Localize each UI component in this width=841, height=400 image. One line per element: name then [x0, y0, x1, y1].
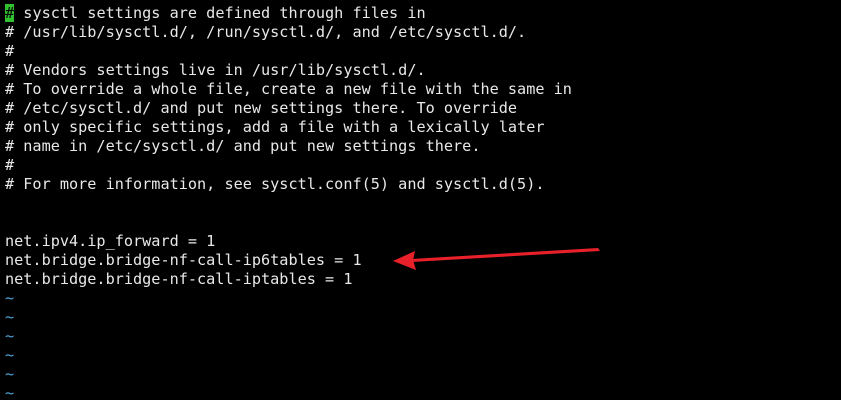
- text-line: # only specific settings, add a file wit…: [5, 118, 545, 136]
- text-line: # To override a whole file, create a new…: [5, 80, 572, 98]
- empty-line-marker: ~: [5, 346, 15, 364]
- text-cursor: #: [5, 4, 15, 22]
- text-line: # /usr/lib/sysctl.d/, /run/sysctl.d/, an…: [5, 23, 527, 41]
- line-text: sysctl settings are defined through file…: [14, 4, 426, 22]
- empty-line-marker: ~: [5, 327, 15, 345]
- config-line-ip-forward: net.ipv4.ip_forward = 1: [5, 232, 216, 250]
- empty-line-marker: ~: [5, 365, 15, 383]
- text-line: [5, 213, 841, 232]
- text-line: #: [5, 156, 15, 174]
- text-line: # sysctl settings are defined through fi…: [5, 4, 841, 23]
- config-line-iptables: net.bridge.bridge-nf-call-iptables = 1: [5, 270, 353, 288]
- config-line-ip6tables: net.bridge.bridge-nf-call-ip6tables = 1: [5, 251, 362, 269]
- text-line: #: [5, 42, 15, 60]
- empty-line-marker: ~: [5, 308, 15, 326]
- text-line: [5, 194, 841, 213]
- text-line: # /etc/sysctl.d/ and put new settings th…: [5, 99, 518, 117]
- vim-editor[interactable]: # sysctl settings are defined through fi…: [0, 0, 841, 400]
- empty-line-marker: ~: [5, 289, 15, 307]
- text-line: # name in /etc/sysctl.d/ and put new set…: [5, 137, 481, 155]
- text-line: # Vendors settings live in /usr/lib/sysc…: [5, 61, 426, 79]
- text-line: # For more information, see sysctl.conf(…: [5, 175, 545, 193]
- empty-line-marker: ~: [5, 384, 15, 400]
